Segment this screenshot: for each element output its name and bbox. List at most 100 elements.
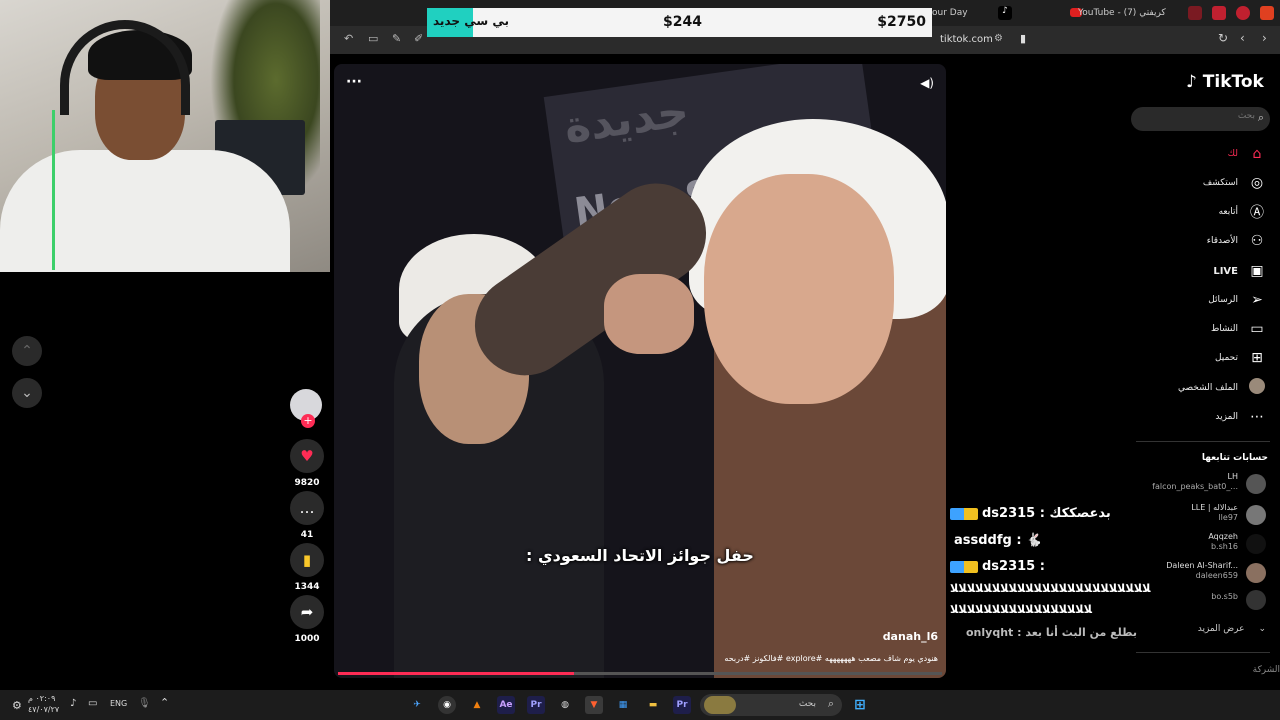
nav-explore[interactable]: استكشف ◎ — [1203, 174, 1266, 192]
youtube-tab[interactable]: YouTube - (7) كريفتي — [1078, 8, 1166, 18]
comment-button[interactable]: … — [290, 491, 324, 525]
avatar[interactable] — [1246, 590, 1266, 610]
clock-date: ٤٧/٠٧/٢٧ — [28, 705, 60, 714]
reload-icon[interactable]: ↻ — [1218, 31, 1228, 45]
chevron-up-icon: ⌃ — [21, 343, 33, 359]
search-icon[interactable]: ⌕ — [1258, 111, 1264, 125]
tiktok-tab-icon[interactable]: ♪ — [998, 6, 1012, 20]
more-options-icon[interactable]: ··· — [346, 74, 362, 90]
nav-label: LIVE — [1213, 265, 1238, 277]
avatar[interactable] — [1246, 534, 1266, 554]
tab-icon-orange[interactable] — [1260, 6, 1274, 20]
search-box[interactable]: ⌕ — [1131, 107, 1270, 131]
share-action[interactable]: ➦ 1000 — [290, 595, 324, 644]
nav-live[interactable]: LIVE ▣ — [1213, 262, 1266, 280]
tab-icon-youtube[interactable] — [1212, 6, 1226, 20]
back-icon[interactable]: ‹ — [1240, 31, 1245, 45]
settings-icon[interactable]: ⚙ — [12, 699, 22, 712]
account-item[interactable]: Daleen Al-Sharif... daleen659 — [1166, 561, 1238, 581]
tray-chevron-icon[interactable]: ⌃ — [160, 696, 169, 709]
taskbar-search[interactable]: بحث ⌕ — [700, 694, 842, 716]
see-more-button[interactable]: عرض المزيد ⌄ — [1198, 624, 1266, 634]
tab-icon-brand[interactable] — [1236, 6, 1250, 20]
network-icon[interactable]: ▭ — [88, 698, 97, 709]
avatar[interactable] — [1246, 474, 1266, 494]
clock[interactable]: ٠٢:٠٩ م ٤٧/٠٧/٢٧ — [28, 693, 59, 715]
screenshot-icon[interactable]: ▭ — [368, 32, 378, 45]
tiktok-logo[interactable]: ♪ TikTok — [1186, 72, 1264, 92]
nav-following[interactable]: أتابعه Ⓐ — [1219, 203, 1266, 221]
nav-messages[interactable]: الرسائل ➢ — [1208, 291, 1266, 309]
video-player[interactable]: جديدة New Sa ··· ◀) حفل جوائز الاتحاد ال… — [334, 64, 946, 678]
chat-message: onlyqht : بطلع من البث أنا بعد — [966, 626, 1137, 639]
chat-text: 🐇 — [1026, 533, 1043, 548]
chevron-down-icon: ⌄ — [1258, 624, 1266, 634]
avatar[interactable] — [1246, 505, 1266, 525]
chat-message: ﻼﻼﻼﻼﻼﻼﻼﻼﻼﻼﻼﻼﻼﻼﻼﻼﻼ — [950, 603, 1092, 616]
nav-for-you[interactable]: لك ⌂ — [1228, 145, 1266, 163]
nav-activity[interactable]: النشاط ▭ — [1211, 320, 1266, 338]
video-author[interactable]: danah_l6 — [883, 630, 938, 643]
chevron-down-icon: ⌄ — [21, 385, 33, 401]
creator-avatar[interactable]: + — [290, 389, 324, 428]
folder-icon[interactable]: ▬ — [644, 696, 662, 714]
mic-icon[interactable]: 🎙 — [138, 698, 151, 709]
tab-partial[interactable]: our Day — [932, 8, 968, 18]
account-username: b.sh16 — [1210, 542, 1238, 551]
brave-icon[interactable]: ▼ — [585, 696, 603, 714]
heart-icon: ♥ — [300, 447, 314, 465]
tiktok-note-icon: ♪ — [1186, 72, 1197, 92]
draw-icon[interactable]: ✎ — [392, 32, 401, 45]
store-icon[interactable]: ▦ — [614, 696, 632, 714]
vlc-icon[interactable]: ▲ — [468, 696, 486, 714]
footer-link[interactable]: الشركة — [1253, 665, 1280, 675]
video-progress-bar[interactable] — [338, 672, 942, 675]
save-button[interactable]: ▮ — [290, 543, 324, 577]
account-item[interactable]: bo.s5b — [1211, 592, 1238, 602]
site-settings-icon[interactable]: ⚙ — [994, 33, 1003, 44]
steam-icon[interactable]: ✈ — [408, 696, 426, 714]
undo-icon[interactable]: ↶ — [344, 32, 353, 45]
chat-text: ﻼﻼﻼﻼﻼﻼﻼﻼﻼﻼﻼﻼﻼﻼﻼﻼﻼ — [950, 603, 1092, 616]
nav-friends[interactable]: الأصدقاء ⚇ — [1207, 232, 1266, 250]
price-badge: بي سي جديد — [433, 14, 509, 28]
tab-icon-red[interactable] — [1188, 6, 1202, 20]
account-item[interactable]: LH falcon_peaks_bat0_... — [1152, 472, 1238, 492]
language-indicator[interactable]: ENG — [110, 699, 127, 708]
next-video-button[interactable]: ⌄ — [12, 378, 42, 408]
chat-message: ds2315 : بدعصككك — [950, 506, 1111, 521]
mute-icon[interactable]: ◀) — [920, 76, 934, 90]
friends-icon: ⚇ — [1250, 233, 1264, 249]
man-right-face — [704, 174, 894, 404]
like-button[interactable]: ♥ — [290, 439, 324, 473]
save-action[interactable]: ▮ 1344 — [290, 543, 324, 592]
comment-action[interactable]: … 41 — [290, 491, 324, 540]
pen-icon[interactable]: ✐ — [414, 32, 423, 45]
following-icon: Ⓐ — [1250, 205, 1264, 221]
forward-icon[interactable]: › — [1262, 31, 1267, 45]
video-caption: حفل جوائز الاتحاد السعودي : — [526, 546, 754, 565]
after-effects-icon[interactable]: Ae — [497, 696, 515, 714]
nav-profile[interactable]: الملف الشخصي — [1178, 378, 1266, 397]
activity-icon: ▭ — [1250, 321, 1264, 337]
premiere-icon[interactable]: Pr — [527, 696, 545, 714]
raised-hand — [604, 274, 694, 354]
search-input[interactable] — [1155, 111, 1255, 121]
obs-icon[interactable]: ◉ — [438, 696, 456, 714]
share-button[interactable]: ➦ — [290, 595, 324, 629]
speaker-icon[interactable]: ♪ — [70, 698, 76, 709]
premiere-icon-2[interactable]: Pr — [673, 696, 691, 714]
nav-more[interactable]: المزيد ⋯ — [1215, 408, 1266, 426]
windows-start-icon[interactable]: ⊞ — [851, 696, 869, 714]
follow-plus-icon[interactable]: + — [301, 414, 315, 428]
url-text[interactable]: tiktok.com — [940, 34, 993, 45]
home-icon: ⌂ — [1252, 146, 1262, 162]
previous-video-button[interactable]: ⌃ — [12, 336, 42, 366]
like-action[interactable]: ♥ 9820 — [290, 439, 324, 488]
bookmark-icon[interactable]: ▮ — [1020, 32, 1026, 45]
account-item[interactable]: Aqqzeh b.sh16 — [1208, 532, 1238, 552]
account-item[interactable]: LLE | عبدالاله lle97 — [1191, 503, 1238, 523]
avatar[interactable] — [1246, 563, 1266, 583]
nav-upload[interactable]: تحميل ⊞ — [1215, 349, 1266, 367]
chrome-icon[interactable]: ◍ — [556, 696, 574, 714]
